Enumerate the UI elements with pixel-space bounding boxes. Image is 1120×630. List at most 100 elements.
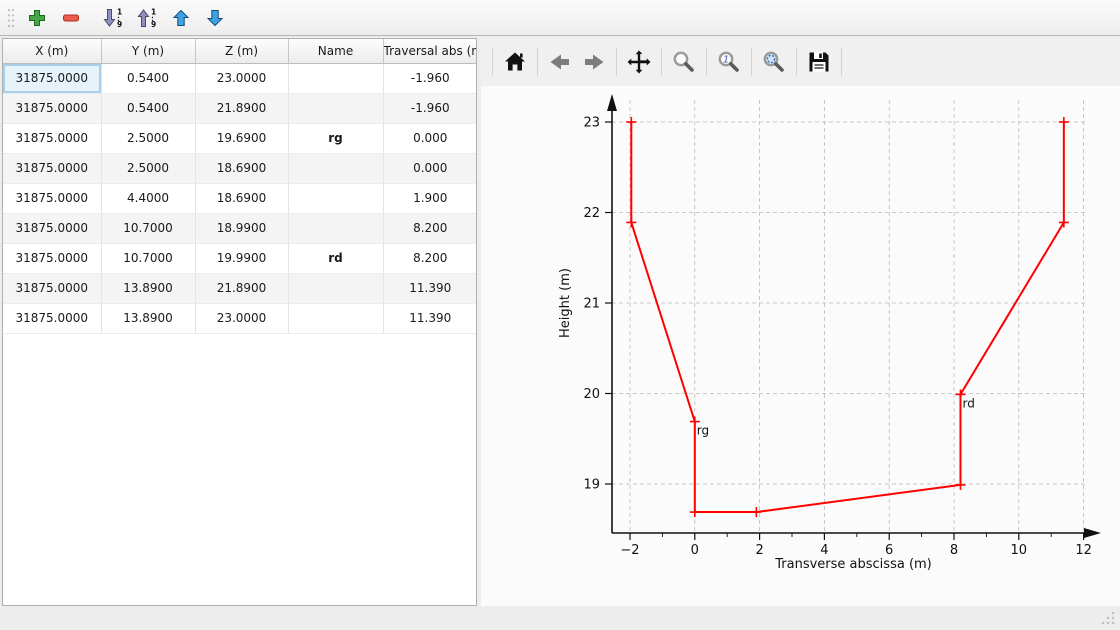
table-cell[interactable]: 31875.0000 <box>3 213 101 243</box>
back-view-button[interactable] <box>543 45 577 79</box>
table-cell[interactable]: 19.9900 <box>195 243 288 273</box>
point-label: rg <box>697 424 709 438</box>
table-cell[interactable] <box>288 183 383 213</box>
zoom-one-to-one-button[interactable]: 1 <box>712 45 746 79</box>
sort-desc-icon: 1 9 <box>102 7 124 29</box>
table-cell[interactable]: 10.7000 <box>101 213 195 243</box>
zoom-button[interactable] <box>667 45 701 79</box>
table-cell[interactable] <box>288 63 383 93</box>
table-cell[interactable]: 23.0000 <box>195 63 288 93</box>
table-cell[interactable]: 2.5000 <box>101 123 195 153</box>
y-tick-label: 23 <box>583 116 600 131</box>
column-header-z[interactable]: Z (m) <box>195 39 288 63</box>
table-cell[interactable]: 1.900 <box>383 183 477 213</box>
cross-section-chart[interactable]: −20246810121920212223Transverse abscissa… <box>481 86 1120 606</box>
column-header-x[interactable]: X (m) <box>3 39 101 63</box>
table-cell[interactable]: 31875.0000 <box>3 303 101 333</box>
table-cell[interactable]: 13.8900 <box>101 303 195 333</box>
window-resize-grip[interactable] <box>1100 610 1116 626</box>
table-cell[interactable] <box>288 93 383 123</box>
table-cell[interactable]: 31875.0000 <box>3 243 101 273</box>
table-cell[interactable]: 13.8900 <box>101 273 195 303</box>
arrow-down-icon <box>205 8 225 28</box>
toolbar-separator <box>537 48 538 76</box>
table-cell[interactable]: 0.000 <box>383 123 477 153</box>
point-label: rd <box>962 396 974 410</box>
home-view-button[interactable] <box>498 45 532 79</box>
pan-button[interactable] <box>622 45 656 79</box>
table-row: 31875.000010.700019.9900rd8.200 <box>3 243 477 273</box>
column-header-traversal-abs[interactable]: Traversal abs (m) <box>383 39 477 63</box>
x-tick-label: 2 <box>755 543 763 558</box>
table-row: 31875.00002.500018.6900 0.000 <box>3 153 477 183</box>
table-cell[interactable]: -1.960 <box>383 63 477 93</box>
x-tick-label: −2 <box>620 543 639 558</box>
toolbar-separator <box>616 48 617 76</box>
table-cell[interactable]: rd <box>288 243 383 273</box>
plot-toolbar: 1 <box>481 38 1120 86</box>
remove-point-button[interactable] <box>56 3 86 33</box>
table-cell[interactable]: 19.6900 <box>195 123 288 153</box>
save-figure-button[interactable] <box>802 45 836 79</box>
table-cell[interactable]: 18.6900 <box>195 153 288 183</box>
toolbar-separator <box>492 48 493 76</box>
column-header-name[interactable]: Name <box>288 39 383 63</box>
zoom-one-icon: 1 <box>716 49 742 75</box>
table-cell[interactable]: 23.0000 <box>195 303 288 333</box>
sort-asc-icon: 1 9 <box>136 7 158 29</box>
application-window: 1 9 1 9 <box>0 0 1120 630</box>
table-cell[interactable]: 11.390 <box>383 303 477 333</box>
svg-text:9: 9 <box>117 20 122 29</box>
forward-view-button[interactable] <box>577 45 611 79</box>
move-down-button[interactable] <box>200 3 230 33</box>
sort-descending-button[interactable]: 1 9 <box>98 3 128 33</box>
table-cell[interactable] <box>288 273 383 303</box>
toolbar-grip-handle[interactable] <box>4 7 18 29</box>
arrow-up-icon <box>171 8 191 28</box>
svg-text:1: 1 <box>117 7 122 16</box>
table-cell[interactable] <box>288 303 383 333</box>
table-cell[interactable]: 0.5400 <box>101 93 195 123</box>
table-cell[interactable]: 21.8900 <box>195 93 288 123</box>
pan-icon <box>626 49 652 75</box>
table-cell[interactable]: 31875.0000 <box>3 273 101 303</box>
table-cell[interactable] <box>288 213 383 243</box>
profile-line <box>631 122 1064 512</box>
x-tick-label: 12 <box>1075 543 1092 558</box>
table-cell[interactable]: 31875.0000 <box>3 153 101 183</box>
table-cell[interactable]: 8.200 <box>383 213 477 243</box>
table-cell[interactable]: 31875.0000 <box>3 123 101 153</box>
table-cell[interactable]: 4.4000 <box>101 183 195 213</box>
zoom-selection-button[interactable] <box>757 45 791 79</box>
table-cell[interactable]: 21.8900 <box>195 273 288 303</box>
table-cell[interactable]: 18.6900 <box>195 183 288 213</box>
svg-text:1: 1 <box>151 7 156 16</box>
table-cell[interactable]: 2.5000 <box>101 153 195 183</box>
table-cell[interactable]: -1.960 <box>383 93 477 123</box>
plot-figure[interactable]: −20246810121920212223Transverse abscissa… <box>481 86 1120 606</box>
table-cell[interactable]: 11.390 <box>383 273 477 303</box>
add-point-button[interactable] <box>22 3 52 33</box>
sort-ascending-button[interactable]: 1 9 <box>132 3 162 33</box>
toolbar-separator <box>751 48 752 76</box>
table-cell[interactable]: 8.200 <box>383 243 477 273</box>
table-cell[interactable]: 0.5400 <box>101 63 195 93</box>
svg-text:1: 1 <box>723 55 729 66</box>
move-up-button[interactable] <box>166 3 196 33</box>
column-header-y[interactable]: Y (m) <box>101 39 195 63</box>
table-cell[interactable]: 18.9900 <box>195 213 288 243</box>
plus-icon <box>27 8 47 28</box>
table-cell[interactable]: 31875.0000 <box>3 93 101 123</box>
table-cell[interactable]: rg <box>288 123 383 153</box>
y-tick-label: 19 <box>583 478 600 493</box>
table-cell[interactable] <box>288 153 383 183</box>
table-cell[interactable]: 31875.0000 <box>3 183 101 213</box>
zoom-icon <box>671 49 697 75</box>
table-cell[interactable]: 10.7000 <box>101 243 195 273</box>
table-row: 31875.00000.540021.8900 -1.960 <box>3 93 477 123</box>
table-cell[interactable]: 0.000 <box>383 153 477 183</box>
x-tick-label: 8 <box>950 543 958 558</box>
table-row: 31875.000010.700018.9900 8.200 <box>3 213 477 243</box>
table-cell[interactable]: 31875.0000 <box>3 63 101 93</box>
x-tick-label: 6 <box>885 543 893 558</box>
